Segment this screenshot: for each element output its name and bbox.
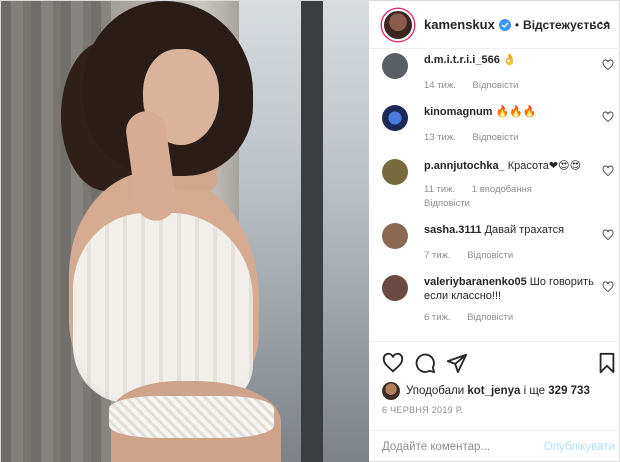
comment-text: 🔥🔥🔥: [495, 106, 537, 118]
comment-time[interactable]: 13 тиж.: [424, 132, 456, 143]
comment-likes-count[interactable]: 1 вподобання: [472, 184, 532, 195]
comment-meta: 6 тиж. Відповісти: [424, 311, 599, 325]
likes-prefix: Уподобали: [406, 385, 465, 397]
post-date[interactable]: 6 ЧЕРВНЯ 2019 Р.: [382, 405, 463, 415]
commenter-username[interactable]: kinomagnum: [424, 106, 492, 118]
photo-corset: [73, 213, 253, 403]
comment-text: 👌: [502, 54, 517, 66]
commenter-avatar[interactable]: [382, 105, 408, 131]
publish-button[interactable]: Опублікувати: [544, 441, 615, 453]
commenter-username[interactable]: d.m.i.t.r.i.i_566: [424, 54, 500, 66]
save-bookmark-icon[interactable]: [596, 352, 618, 374]
liker-username[interactable]: kot_jenya: [467, 385, 520, 397]
comment-meta: 14 тиж. Відповісти: [424, 79, 599, 93]
share-paper-plane-icon[interactable]: [446, 352, 468, 374]
commenter-username[interactable]: valeriybaranenko05: [424, 276, 527, 288]
verified-badge-icon: [498, 18, 511, 31]
comment-reply-button[interactable]: Відповісти: [467, 250, 513, 261]
comment-like-heart-icon[interactable]: [602, 281, 614, 293]
comment-meta: 11 тиж. 1 вподобання Відповісти: [424, 183, 599, 211]
comment-time[interactable]: 7 тиж.: [424, 250, 451, 261]
commenter-avatar[interactable]: [382, 275, 408, 301]
comment-like-heart-icon[interactable]: [602, 229, 614, 241]
comment-meta: 7 тиж. Відповісти: [424, 249, 599, 263]
like-heart-icon[interactable]: [382, 352, 404, 374]
comment-time[interactable]: 6 тиж.: [424, 312, 451, 323]
comments-list[interactable]: d.m.i.t.r.i.i_566 👌 14 тиж. Відповісти k…: [370, 49, 620, 341]
comment-input[interactable]: [382, 441, 542, 453]
comment-body: valeriybaranenko05 Шо говорить если клас…: [424, 275, 599, 325]
comment-body: sasha.3111 Давай трахатся 7 тиж. Відпові…: [424, 223, 599, 263]
photo-window-frame: [301, 1, 323, 462]
post-side-panel: kamenskux • Відстежується ··· d.m.i.t.r.…: [370, 1, 620, 462]
comment-like-heart-icon[interactable]: [602, 111, 614, 123]
liker-avatar[interactable]: [382, 382, 400, 400]
add-comment-bar: Опублікувати: [370, 430, 620, 462]
commenter-avatar[interactable]: [382, 159, 408, 185]
likes-summary: Уподобали kot_jenya і ще 329 733: [382, 382, 590, 400]
header-separator: •: [514, 17, 520, 32]
likes-suffix: і ще: [523, 385, 546, 397]
comment-reply-button[interactable]: Відповісти: [424, 197, 599, 211]
likes-count[interactable]: 329 733: [548, 385, 590, 397]
comment-like-heart-icon[interactable]: [602, 165, 614, 177]
post-header: kamenskux • Відстежується ···: [370, 1, 620, 49]
more-options-icon[interactable]: ···: [592, 15, 611, 33]
comment-reply-button[interactable]: Відповісти: [473, 132, 519, 143]
comment-body: kinomagnum 🔥🔥🔥 13 тиж. Відповісти: [424, 105, 599, 145]
instagram-post: kamenskux • Відстежується ··· d.m.i.t.r.…: [0, 0, 620, 462]
action-icons-bar: [382, 352, 615, 376]
comment-time[interactable]: 14 тиж.: [424, 80, 456, 91]
post-actions: Уподобали kot_jenya і ще 329 733 6 ЧЕРВН…: [370, 341, 620, 462]
comment-time[interactable]: 11 тиж.: [424, 184, 455, 195]
commenter-avatar[interactable]: [382, 53, 408, 79]
commenter-username[interactable]: p.annjutochka_: [424, 160, 505, 172]
post-photo[interactable]: [1, 1, 369, 462]
comment-body: p.annjutochka_ Красота❤😍😍 11 тиж. 1 впод…: [424, 159, 599, 211]
comment-reply-button[interactable]: Відповісти: [473, 80, 519, 91]
author-username[interactable]: kamenskux: [424, 17, 495, 32]
photo-lace: [109, 396, 274, 438]
commenter-username[interactable]: sasha.3111: [424, 224, 482, 236]
comment-meta: 13 тиж. Відповісти: [424, 131, 599, 145]
author-avatar[interactable]: [382, 8, 414, 41]
comment-bubble-icon[interactable]: [414, 352, 436, 374]
comment-body: d.m.i.t.r.i.i_566 👌 14 тиж. Відповісти: [424, 53, 599, 93]
comment-reply-button[interactable]: Відповісти: [467, 312, 513, 323]
comment-text: Красота❤😍😍: [507, 160, 582, 172]
commenter-avatar[interactable]: [382, 223, 408, 249]
comment-like-heart-icon[interactable]: [602, 59, 614, 71]
comment-text: Давай трахатся: [484, 224, 565, 236]
